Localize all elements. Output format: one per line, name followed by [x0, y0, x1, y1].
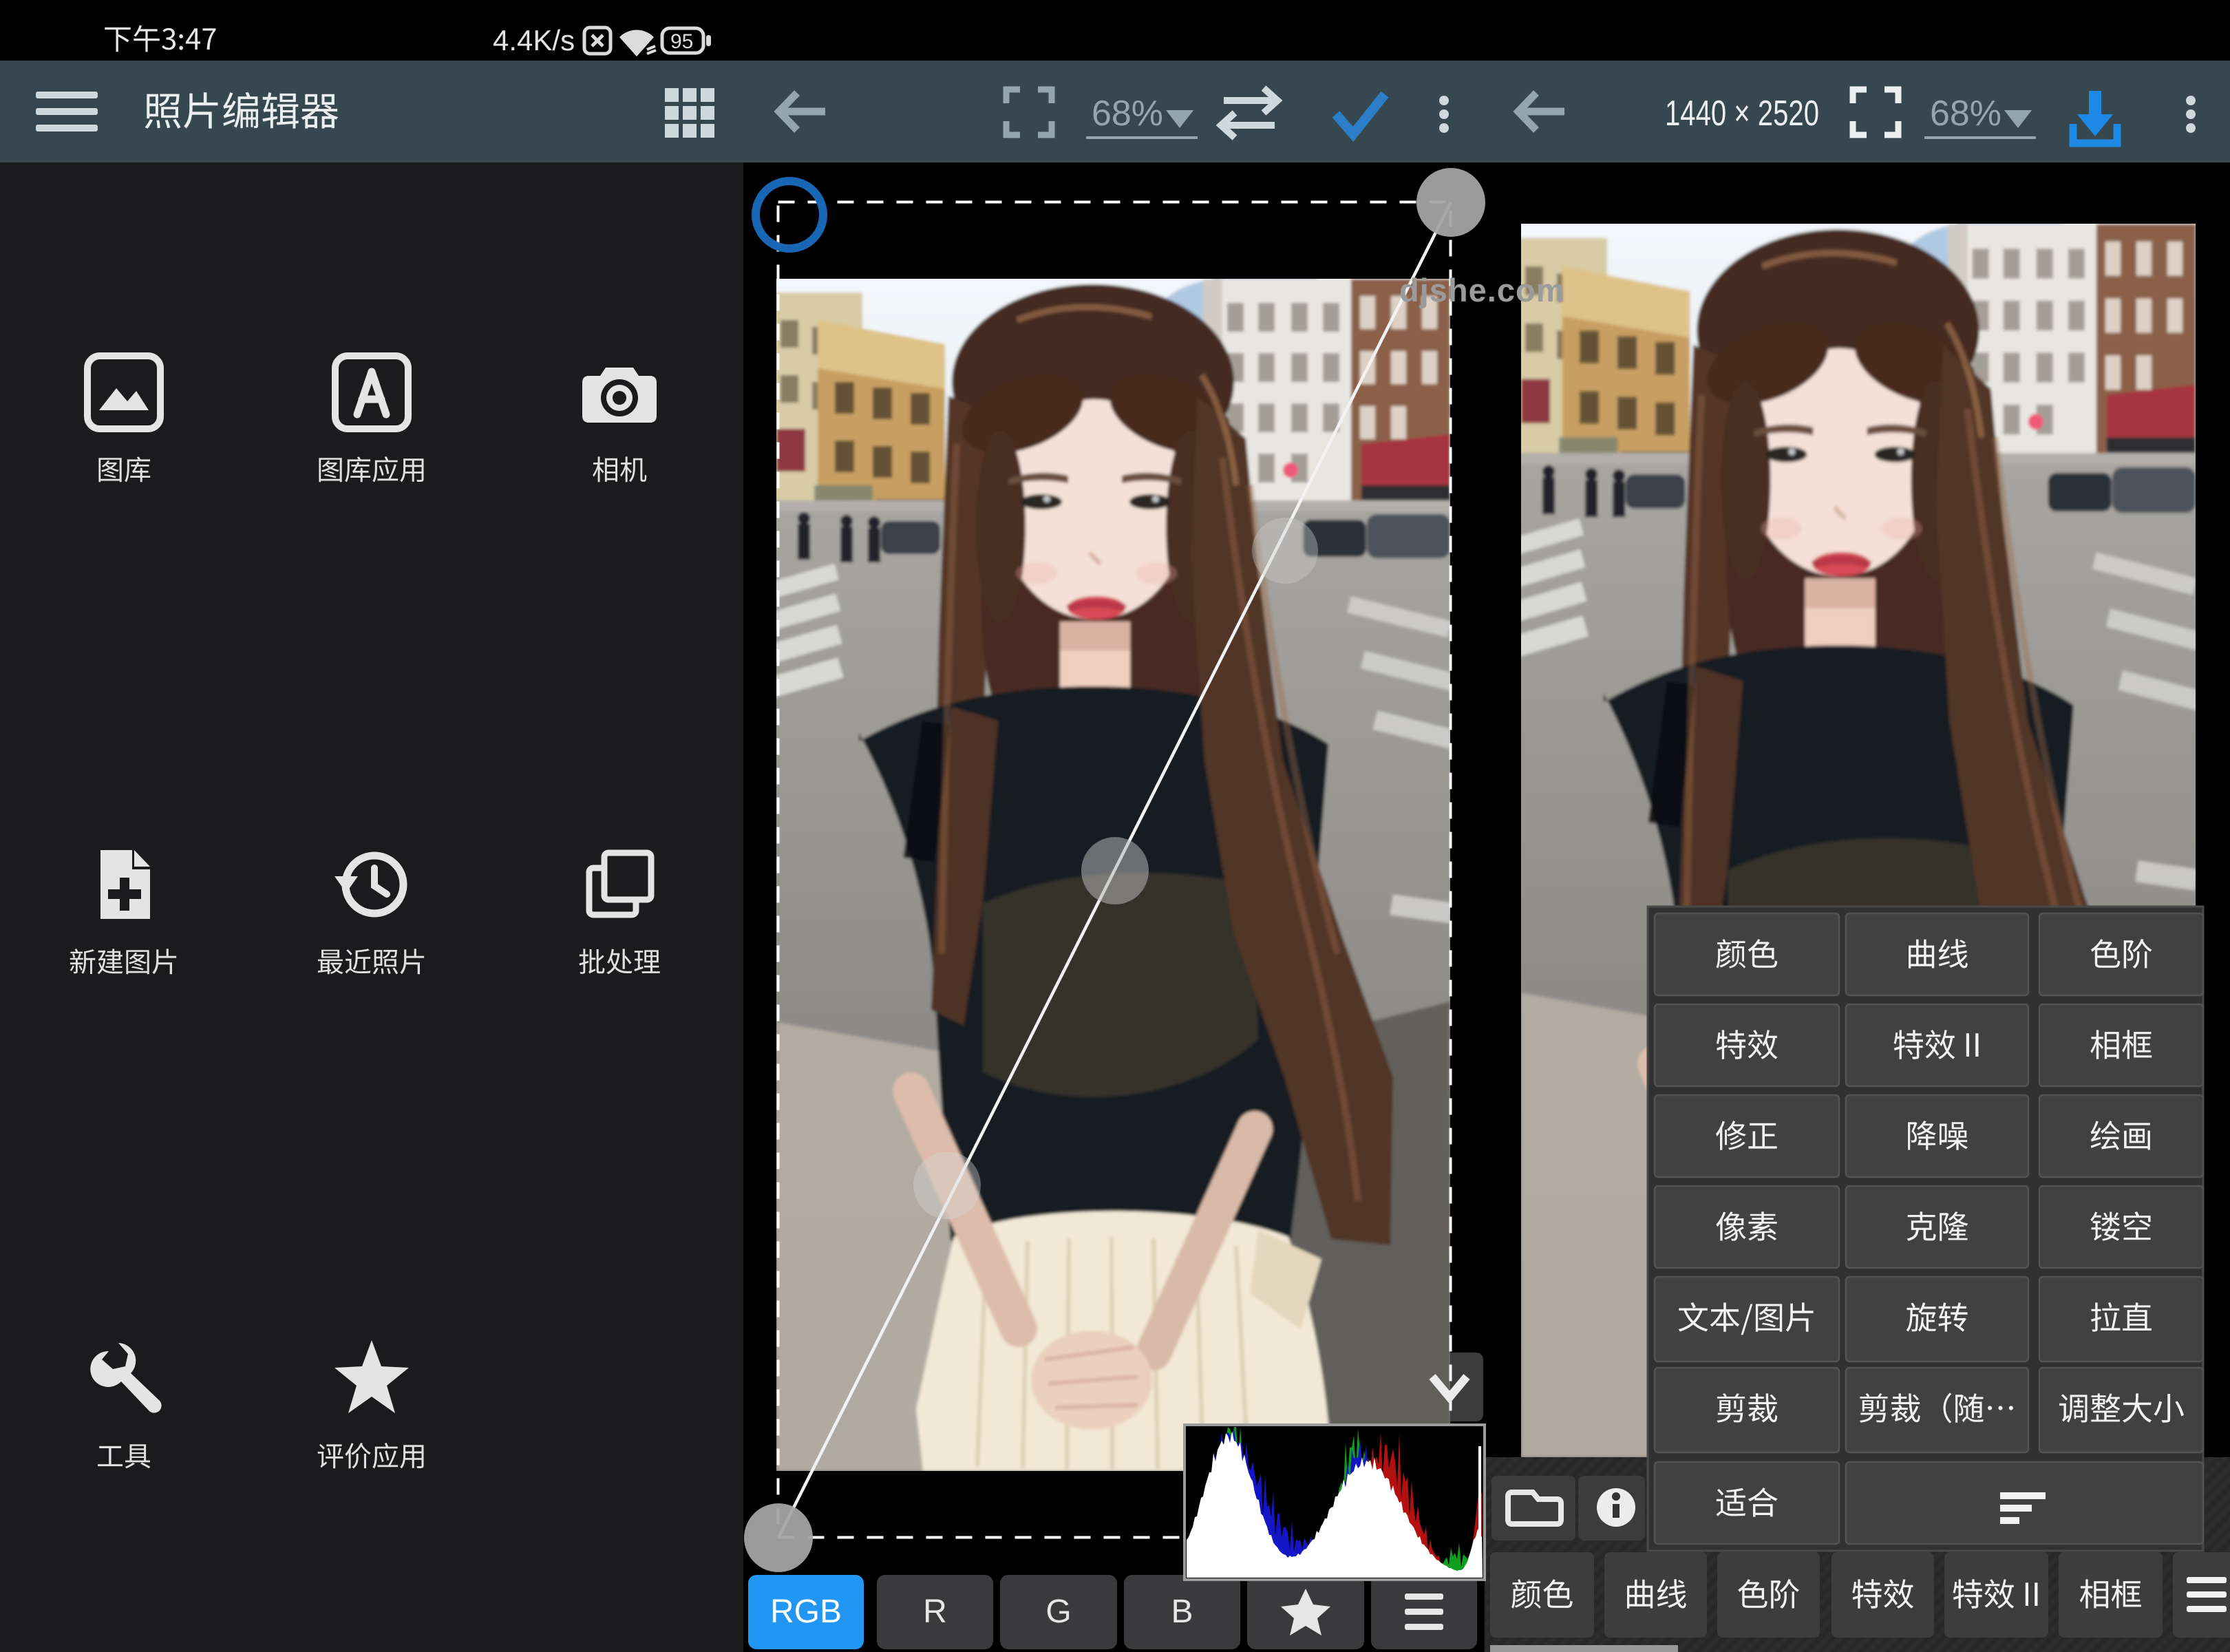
- svg-text:68%: 68%: [1092, 94, 1163, 134]
- svg-text:68%: 68%: [1930, 94, 2001, 134]
- svg-text:95: 95: [670, 30, 693, 53]
- svg-text:1440 × 2520: 1440 × 2520: [1665, 94, 1819, 134]
- svg-text:4.4K/s: 4.4K/s: [493, 24, 575, 56]
